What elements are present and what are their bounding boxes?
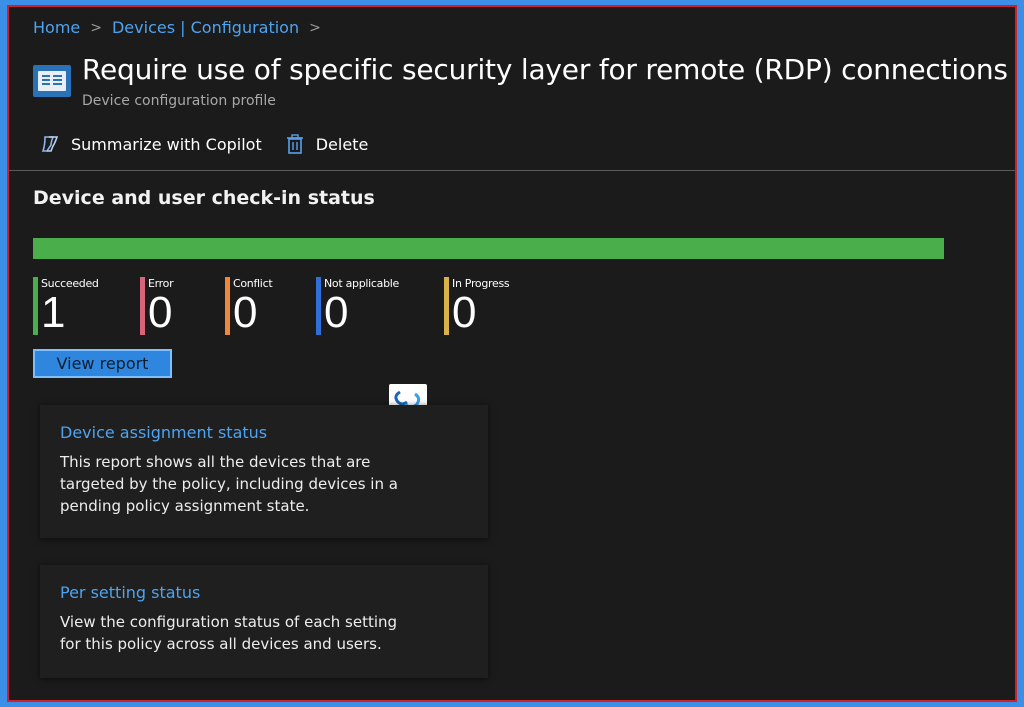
card-description-line: View the configuration status of each se… [60, 613, 398, 631]
stat-color-bar [316, 277, 321, 335]
card-description-line: This report shows all the devices that a… [60, 453, 371, 471]
breadcrumb-separator: > [90, 19, 102, 36]
stat-value: 0 [233, 288, 258, 337]
checkin-status-title: Device and user check-in status [33, 187, 375, 209]
checkin-progress-bar [33, 238, 944, 259]
card-description-line: targeted by the policy, including device… [60, 475, 398, 493]
card-description: View the configuration status of each se… [60, 611, 460, 655]
command-bar: Summarize with Copilot Delete [39, 133, 368, 155]
card-description-line: pending policy assignment state. [60, 497, 310, 515]
stat-color-bar [225, 277, 230, 335]
stat-value: 1 [41, 288, 66, 337]
page-title: Require use of specific security layer f… [82, 53, 1008, 86]
trash-icon [284, 133, 306, 155]
command-bar-divider [9, 170, 1015, 171]
breadcrumb: Home > Devices | Configuration > [33, 18, 321, 37]
card-title-device-assignment-status[interactable]: Device assignment status [60, 423, 267, 442]
card-title-per-setting-status[interactable]: Per setting status [60, 583, 200, 602]
stat-in-progress[interactable]: In Progress 0 [444, 277, 510, 337]
breadcrumb-home[interactable]: Home [33, 18, 80, 37]
configuration-profile-icon [33, 65, 71, 97]
stat-color-bar [33, 277, 38, 335]
stat-conflict[interactable]: Conflict 0 [225, 277, 273, 337]
breadcrumb-devices-configuration[interactable]: Devices | Configuration [112, 18, 299, 37]
page-subtitle: Device configuration profile [82, 93, 276, 109]
stat-value: 0 [324, 288, 349, 337]
card-description-line: for this policy across all devices and u… [60, 635, 382, 653]
stat-value: 0 [148, 288, 173, 337]
stat-not-applicable[interactable]: Not applicable 0 [316, 277, 399, 335]
card-per-setting-status[interactable]: Per setting status View the configuratio… [40, 565, 488, 678]
progress-succeeded-fill [33, 238, 944, 259]
stat-succeeded[interactable]: Succeeded 1 [33, 277, 99, 335]
stat-error[interactable]: Error 0 [140, 277, 174, 337]
stat-color-bar [444, 277, 449, 335]
portal-frame: Home > Devices | Configuration > Require… [7, 5, 1017, 702]
delete-button[interactable]: Delete [284, 133, 369, 155]
copilot-label: Summarize with Copilot [71, 134, 262, 154]
summarize-with-copilot-button[interactable]: Summarize with Copilot [39, 133, 262, 155]
breadcrumb-separator: > [309, 19, 321, 36]
stat-value: 0 [452, 288, 477, 337]
stat-color-bar [140, 277, 145, 335]
view-report-button[interactable]: View report [33, 349, 172, 378]
delete-label: Delete [315, 134, 369, 154]
copilot-icon [39, 133, 61, 155]
card-device-assignment-status[interactable]: Device assignment status This report sho… [40, 405, 488, 538]
card-description: This report shows all the devices that a… [60, 451, 460, 517]
